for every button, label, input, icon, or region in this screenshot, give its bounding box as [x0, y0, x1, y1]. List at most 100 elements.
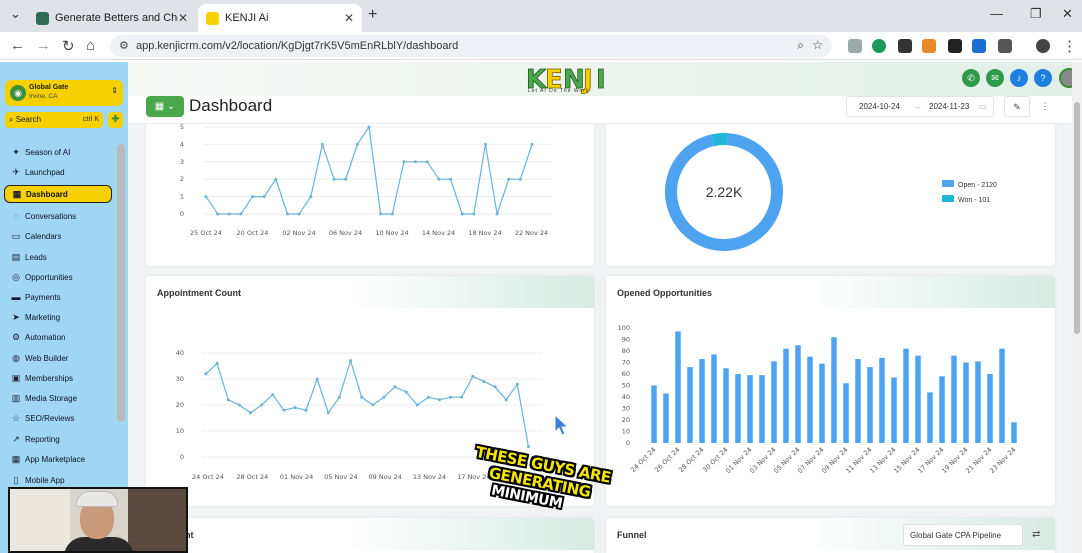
- x-tick-label: 14 Nov 24: [422, 229, 455, 237]
- maximize-icon[interactable]: ❐: [1030, 6, 1042, 22]
- sidebar-item-season-of-ai[interactable]: ✦ Season of AI: [4, 143, 112, 161]
- data-point: [390, 212, 394, 216]
- sidebar-item-reporting[interactable]: ↗ Reporting: [4, 430, 112, 448]
- sidebar-item-app-marketplace[interactable]: ▦ App Marketplace: [4, 450, 112, 468]
- help-icon[interactable]: ?: [1034, 69, 1052, 87]
- tab-label: KENJI Ai: [225, 12, 269, 24]
- y-tick-label: 10: [622, 428, 630, 436]
- sidebar-item-media-storage[interactable]: ▥ Media Storage: [4, 389, 112, 407]
- page-scroll-thumb[interactable]: [1074, 102, 1080, 334]
- target-icon: ◎: [12, 271, 20, 282]
- extension-icon[interactable]: [972, 39, 986, 53]
- extension-icon[interactable]: [872, 39, 886, 53]
- sidebar-item-calendars[interactable]: ▭ Calendars: [4, 227, 112, 245]
- bar: [879, 357, 885, 443]
- y-tick-label: 0: [180, 453, 184, 461]
- puzzle-icon[interactable]: [998, 39, 1012, 53]
- sidebar-item-label: App Marketplace: [25, 454, 86, 464]
- zoom-icon[interactable]: ⌕: [797, 38, 804, 53]
- sidebar-item-payments[interactable]: ▬ Payments: [4, 288, 112, 306]
- minimize-icon[interactable]: —: [990, 6, 1003, 21]
- x-tick-label: 28 Oct 24: [236, 473, 268, 481]
- location-switcher[interactable]: ◉ Global Gate Irvine, CA ⇕: [5, 80, 123, 106]
- y-tick-label: 30: [622, 405, 630, 413]
- sidebar-item-leads[interactable]: ▤ Leads: [4, 248, 112, 266]
- bookmark-star-icon[interactable]: ☆: [812, 38, 823, 52]
- bar: [987, 374, 993, 443]
- page-title: Dashboard: [189, 96, 273, 115]
- sidebar-item-conversations[interactable]: ◌ Conversations: [4, 207, 112, 225]
- data-point: [271, 393, 275, 397]
- dashboard-switcher-button[interactable]: ▦ ⌄: [146, 96, 184, 117]
- browser-tab-bar: ⌄ Generate Betters and Cheaper L ✕ KENJI…: [0, 0, 1082, 32]
- window-close-icon[interactable]: ✕: [1062, 6, 1073, 22]
- bar: [975, 361, 981, 443]
- metamask-icon[interactable]: [922, 39, 936, 53]
- y-tick-label: 50: [622, 382, 630, 390]
- data-point: [415, 403, 419, 407]
- sidebar-item-opportunities[interactable]: ◎ Opportunities: [4, 268, 112, 286]
- sidebar-item-seo-reviews[interactable]: ☆ SEO/Reviews: [4, 409, 112, 427]
- browser-tab-inactive[interactable]: Generate Betters and Cheaper L ✕: [28, 4, 196, 32]
- extension-icon[interactable]: [848, 39, 862, 53]
- browser-tab-active[interactable]: KENJI Ai ✕: [198, 4, 362, 32]
- page-scrollbar[interactable]: [1072, 62, 1082, 553]
- y-tick-label: 90: [622, 336, 630, 344]
- quick-add-icon[interactable]: ✚: [108, 112, 123, 128]
- sidebar-item-launchpad[interactable]: ✈ Launchpad: [4, 163, 112, 181]
- home-icon[interactable]: ⌂: [86, 37, 95, 54]
- bar: [783, 348, 789, 443]
- filter-icon[interactable]: ⇄: [1032, 529, 1040, 540]
- browser-menu-icon[interactable]: ⋮: [1062, 37, 1077, 55]
- extension-icon[interactable]: [898, 39, 912, 53]
- folder-icon: ▥: [11, 392, 21, 403]
- forward-arrow-icon[interactable]: →: [36, 37, 51, 54]
- pipeline-select[interactable]: Global Gate CPA Pipeline: [903, 524, 1023, 546]
- y-tick-label: 5: [180, 124, 184, 131]
- bar: [795, 345, 801, 443]
- url-input[interactable]: ⚙ app.kenjicrm.com/v2/location/KgDjgt7rK…: [110, 35, 832, 57]
- sidebar-search[interactable]: ⌕ Search ctrl K: [5, 112, 103, 128]
- sidebar-item-web-builder[interactable]: ◍ Web Builder: [4, 349, 112, 367]
- extension-icon[interactable]: [948, 39, 962, 53]
- y-tick-label: 4: [180, 140, 184, 148]
- tab-close-icon[interactable]: ✕: [178, 11, 188, 25]
- sidebar-item-automation[interactable]: ⚙ Automation: [4, 328, 112, 346]
- more-options-icon[interactable]: ⋮: [1032, 96, 1058, 117]
- membership-icon: ▣: [11, 372, 21, 383]
- bar: [723, 368, 729, 443]
- bar: [963, 362, 969, 443]
- series-line: [205, 125, 533, 215]
- back-arrow-icon[interactable]: ←: [10, 37, 25, 54]
- new-tab-plus-icon[interactable]: +: [368, 6, 377, 24]
- data-point: [297, 212, 301, 216]
- megaphone-icon[interactable]: ✉: [986, 69, 1004, 87]
- tab-menu-chevron-icon[interactable]: ⌄: [10, 6, 21, 22]
- opened-bar-chart: 0 10 20 30 40 50 60 70 80 90 100 24 Oct 2426 Oct 24…: [618, 324, 1018, 475]
- sidebar-item-dashboard[interactable]: ▦ Dashboard: [4, 185, 112, 203]
- data-point: [482, 380, 486, 384]
- sidebar-scrollbar[interactable]: [117, 144, 125, 422]
- x-tick-label: 20 Oct 24: [237, 229, 269, 237]
- edit-dashboard-button[interactable]: ✎: [1004, 96, 1030, 117]
- phone-icon[interactable]: ✆: [962, 69, 980, 87]
- tab-close-icon[interactable]: ✕: [344, 11, 354, 25]
- data-point: [320, 142, 324, 146]
- profile-icon[interactable]: [1036, 39, 1050, 53]
- automation-icon: ⚙: [11, 331, 21, 342]
- data-point: [495, 212, 499, 216]
- site-info-icon[interactable]: ⚙: [119, 39, 129, 52]
- phone-icon: ▯: [13, 474, 19, 485]
- sidebar-item-memberships[interactable]: ▣ Memberships: [4, 369, 112, 387]
- sidebar-item-marketing[interactable]: ➤ Marketing: [4, 308, 112, 326]
- kenji-logo: K E N J I Let AI Do The Work: [526, 64, 608, 96]
- reload-icon[interactable]: ↻: [62, 37, 75, 55]
- bell-icon[interactable]: ♪: [1010, 69, 1028, 87]
- date-range-picker[interactable]: 2024-10-24 → 2024-11-23 ▭: [846, 96, 994, 117]
- bar: [855, 359, 861, 443]
- y-tick-label: 60: [622, 370, 630, 378]
- data-point: [344, 177, 348, 181]
- data-point: [460, 395, 464, 399]
- data-point: [260, 403, 264, 407]
- data-point: [460, 212, 464, 216]
